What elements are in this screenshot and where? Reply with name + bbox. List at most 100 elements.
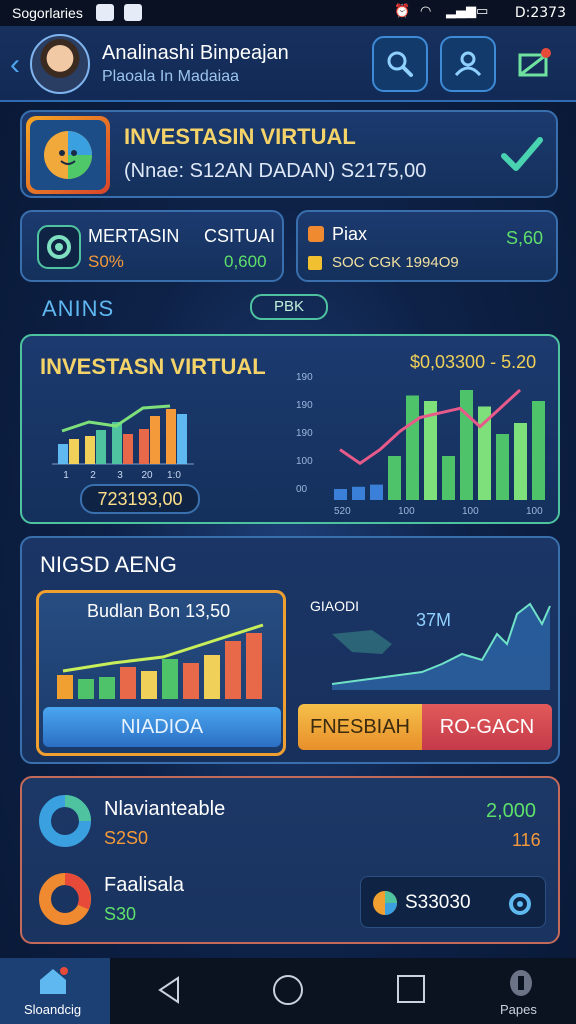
nadioa-button[interactable]: NIADIOA — [43, 707, 281, 747]
nav-home[interactable]: Sloandcig — [0, 958, 110, 1024]
stat-card-mertasin[interactable]: MERTASIN CSITUAI S0% 0,600 — [20, 210, 284, 282]
close-icon — [308, 226, 324, 242]
recents-icon[interactable] — [396, 974, 426, 1004]
bottom-navigation: Sloandcig Papes — [0, 958, 576, 1024]
market-area-chart — [331, 602, 551, 690]
nav-pages-label: Papes — [500, 1002, 537, 1017]
photo-icon — [96, 4, 114, 21]
home-circle-icon[interactable] — [272, 974, 304, 1006]
stat-title: MERTASIN — [88, 226, 180, 246]
back-nav-icon[interactable] — [154, 974, 184, 1006]
x-tick-label: 100 — [462, 506, 479, 516]
signal-icon: ▂▄▆ — [446, 4, 476, 19]
fnesbiah-button[interactable]: FNESBIAH — [298, 704, 422, 750]
stat-right-value: 0,600 — [224, 252, 267, 271]
search-button[interactable] — [372, 36, 428, 92]
x-tick-label: 20 — [141, 470, 153, 481]
item-title: Faalisala — [104, 874, 185, 896]
stat-card-piax[interactable]: Piax S,60 SOC CGK 1994O9 — [296, 210, 558, 282]
stat-sub: SOC CGK 1994O9 — [332, 254, 459, 271]
stat-title-right: S,60 — [506, 228, 544, 248]
bar — [58, 444, 68, 464]
y-tick-label: 190 — [296, 372, 313, 383]
y-tick-label: 100 — [296, 456, 313, 467]
ledger-section: NIGSD AENG Budlan Bon 13,50 NIADIOA GIAO… — [20, 536, 560, 764]
mascot-icon — [44, 131, 92, 179]
bar — [99, 677, 115, 699]
stat-title: Piax — [332, 224, 368, 244]
bar — [183, 663, 199, 699]
check-icon — [501, 137, 543, 171]
app-header: ‹ Analinashi Binpeajan Plaoala In Madaia… — [0, 26, 576, 102]
bar — [225, 641, 241, 699]
bar — [204, 655, 220, 699]
x-tick-label: 1 — [63, 470, 69, 481]
chip-value: S33030 — [405, 892, 471, 913]
x-tick-label: 520 — [334, 506, 351, 516]
item-right-bottom: 116 — [512, 830, 541, 850]
bar — [139, 429, 149, 464]
back-icon[interactable]: ‹ — [10, 50, 20, 80]
invest-card-line: (Nnae: S12AN DADAN) S2175,00 — [124, 160, 427, 182]
item-title: Nlavianteable — [104, 798, 226, 820]
nav-home-label: Sloandcig — [24, 1002, 82, 1017]
ledger-title: NIGSD AENG — [40, 552, 177, 577]
bar — [352, 486, 365, 500]
investment-summary-card[interactable]: INVESTASIN VIRTUAL (Nnae: S12AN DADAN) S… — [20, 110, 558, 198]
send-icon — [518, 48, 551, 77]
alarm-icon: ⏰ — [394, 4, 411, 19]
pages-icon[interactable] — [506, 968, 536, 998]
bar — [246, 633, 262, 699]
battery-icon: ▭ — [476, 4, 489, 19]
stat-left-value: S0% — [88, 252, 124, 271]
message-icon — [124, 4, 142, 21]
bar — [85, 436, 95, 464]
notifications-button[interactable] — [506, 36, 562, 92]
list-item[interactable]: Faalisala S30 S33030 — [22, 862, 562, 946]
value-chip[interactable]: S33030 — [360, 876, 546, 928]
bar — [334, 489, 347, 500]
budget-panel: Budlan Bon 13,50 NIADIOA — [36, 590, 286, 756]
y-tick-label: 190 — [296, 400, 313, 411]
bar — [177, 414, 187, 464]
bar — [141, 671, 157, 699]
user-subtitle: Plaoala In Madaiaa — [102, 68, 239, 85]
wifi-icon: ◠ — [420, 4, 432, 19]
ro-gacn-button[interactable]: RO-GACN — [422, 704, 552, 750]
carrier-label: Sogorlaries — [12, 5, 83, 21]
bar — [532, 401, 545, 500]
mini-bar-chart: 1 2 3 20 1:0 — [52, 404, 194, 481]
bar — [406, 395, 419, 500]
market-panel: GIAODI 37M FNESBIAH RO-GACN — [298, 590, 552, 756]
bar — [78, 679, 94, 699]
stat-title-right: CSITUAI — [204, 226, 276, 246]
virtual-investment-chart-card: INVESTASN VIRTUAL $0,03300 - 5.20 1 2 3 20 1… — [20, 334, 560, 524]
bar — [69, 439, 79, 464]
market-action-bar: FNESBIAH RO-GACN — [298, 704, 552, 750]
bar — [123, 434, 133, 464]
bar — [150, 416, 160, 464]
bar — [514, 423, 527, 500]
bar — [96, 430, 106, 464]
bar — [370, 484, 383, 500]
filter-pill[interactable]: PBK — [250, 294, 328, 320]
bar — [460, 390, 473, 500]
status-bar: Sogorlaries ⏰ ◠ ▂▄▆ ▭ D:2373 — [0, 0, 576, 26]
community-button[interactable] — [440, 36, 496, 92]
x-tick-label: 2 — [90, 470, 96, 481]
item-amount: S30 — [104, 904, 137, 924]
x-tick-label: 3 — [117, 470, 123, 481]
section-label: ANINS — [42, 296, 115, 321]
invest-card-title: INVESTASIN VIRTUAL — [124, 124, 356, 149]
item-amount: S2S0 — [104, 828, 149, 848]
donut-icon — [39, 795, 91, 847]
avatar[interactable] — [30, 34, 90, 94]
home-icon — [40, 967, 68, 994]
gear-icon — [37, 225, 81, 269]
bar — [442, 456, 455, 500]
x-tick-label: 100 — [398, 506, 415, 516]
list-item[interactable]: Nlavianteable S2S0 2,000 116 — [22, 778, 562, 862]
bar — [112, 422, 122, 464]
combo-chart: 190 190 190 100 00 520 100 100 100 — [296, 372, 545, 516]
y-tick-label: 190 — [296, 428, 313, 439]
